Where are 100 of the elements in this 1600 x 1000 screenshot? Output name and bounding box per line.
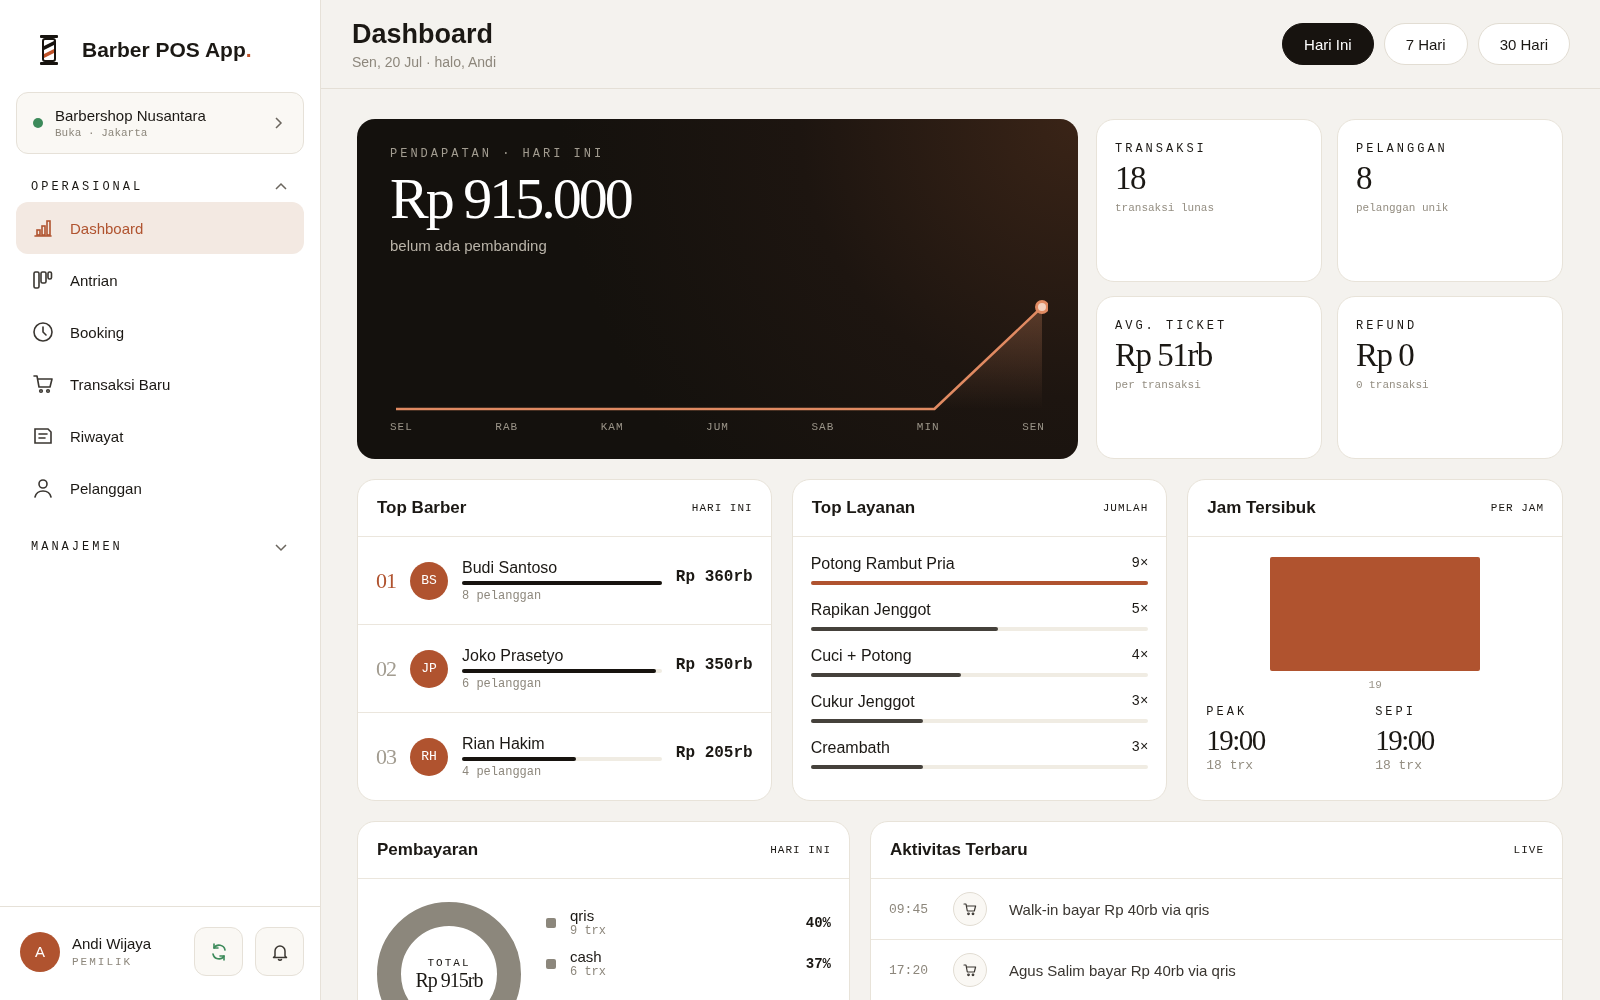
method-share: 37% (805, 955, 831, 972)
page-subtitle: Sen, 20 Jul · halo, Andi (352, 53, 496, 70)
stat-note: pelanggan unik (1356, 202, 1450, 215)
service-name: Creambath (810, 739, 890, 757)
shop-selector[interactable]: Barbershop Nusantara Buka · Jakarta (16, 92, 304, 154)
section-header[interactable]: OPERASIONAL (16, 154, 304, 202)
panel-title: Pembayaran (377, 840, 479, 860)
panel-tag: HARI INI (770, 844, 831, 856)
barber-amount: Rp 360rb (675, 567, 753, 586)
barber-amount: Rp 205rb (675, 743, 753, 762)
method-note: 6 trx (570, 965, 607, 979)
service-count: 3× (1131, 739, 1149, 757)
method-share: 40% (805, 914, 831, 931)
method-name: cash (570, 948, 603, 965)
nav-item[interactable]: Antrian (16, 254, 304, 306)
stat-note: per transaksi (1115, 379, 1202, 392)
donut-label: TOTAL (427, 956, 471, 969)
stat-value: 18 (1115, 160, 1147, 197)
range-tab[interactable]: 30 Hari (1477, 23, 1570, 65)
stat-value: Rp 51rb (1115, 337, 1213, 374)
hour-value: 19:00 (1375, 723, 1435, 758)
hour-label: SEPI (1375, 705, 1417, 719)
panel-tag: HARI INI (691, 502, 753, 514)
section-title: OPERASIONAL (31, 180, 144, 194)
hour-value: 19:00 (1206, 723, 1266, 758)
cart-icon (953, 892, 987, 926)
stat-label: TRANSAKSI (1115, 142, 1208, 156)
barber-name: Rian Hakim (462, 734, 546, 753)
section-title: MANAJEMEN (31, 540, 123, 554)
rank-number: 03 (376, 743, 396, 770)
stat-label: PELANGGAN (1356, 142, 1449, 156)
nav-item[interactable]: Pelanggan (16, 462, 304, 514)
barber-amount: Rp 350rb (675, 655, 753, 674)
hour-note: 18 trx (1206, 757, 1255, 773)
service-count: 4× (1131, 647, 1149, 665)
person-icon (32, 477, 54, 499)
nav-item[interactable]: Dashboard (16, 202, 304, 254)
stat-value: Rp 0 (1356, 337, 1415, 374)
page-title: Dashboard (352, 18, 495, 50)
method-note: 9 trx (570, 924, 607, 938)
stat-label: REFUND (1356, 319, 1419, 333)
nav-item[interactable]: Booking (16, 306, 304, 358)
barber-avatar: RH (410, 737, 448, 776)
revenue-note: belum ada pembanding (390, 236, 548, 254)
notification-button[interactable] (255, 927, 304, 976)
axis-label: KAM (600, 421, 624, 433)
service-name: Cuci + Potong (810, 647, 912, 665)
cart-icon (32, 373, 54, 395)
rank-number: 01 (376, 567, 396, 594)
barber-note: 8 pelanggan (462, 588, 543, 603)
section-header[interactable]: MANAJEMEN (16, 514, 304, 562)
activity-time: 17:20 (889, 962, 929, 978)
rank-number: 02 (376, 655, 396, 682)
barber-name: Budi Santoso (462, 558, 559, 577)
refresh-button[interactable] (194, 927, 243, 976)
service-count: 3× (1131, 693, 1149, 711)
user-role: PEMILIK (72, 956, 134, 968)
activity-text: Agus Salim bayar Rp 40rb via qris (1009, 961, 1236, 979)
barber-avatar: JP (410, 649, 448, 688)
donut-value: Rp 915rb (415, 968, 483, 992)
axis-label: MIN (916, 421, 940, 433)
axis-label: SEN (1022, 421, 1045, 433)
document-icon (32, 425, 54, 447)
stat-note: 0 transaksi (1356, 379, 1430, 392)
service-count: 9× (1131, 555, 1149, 573)
method-name: qris (570, 907, 595, 924)
barber-note: 6 pelanggan (462, 676, 543, 691)
hour-label: PEAK (1206, 705, 1249, 719)
stat-value: 8 (1356, 160, 1373, 197)
axis-label: SAB (811, 421, 835, 433)
panel-title: Top Layanan (811, 498, 916, 518)
user-name: Andi Wijaya (72, 935, 153, 952)
columns-icon (32, 269, 54, 291)
axis-label: SEL (390, 421, 413, 433)
shop-status: Buka · Jakarta (55, 127, 149, 139)
hour-note: 18 trx (1375, 757, 1423, 773)
barber-name: Joko Prasetyo (462, 646, 565, 665)
brand-dot: . (245, 38, 252, 61)
stat-note: transaksi lunas (1115, 202, 1216, 215)
barber-avatar: BS (410, 561, 448, 600)
stat-label: AVG. TICKET (1115, 319, 1229, 333)
activity-text: Walk-in bayar Rp 40rb via qris (1009, 900, 1210, 918)
card-label: PENDAPATAN · HARI INI (390, 147, 606, 161)
panel-title: Top Barber (377, 498, 467, 518)
range-tab[interactable]: Hari Ini (1282, 23, 1374, 65)
service-count: 5× (1131, 601, 1149, 619)
panel-tag: PER JAM (1490, 502, 1544, 514)
cart-icon (953, 953, 987, 987)
user-avatar: A (20, 931, 60, 972)
service-name: Potong Rambut Pria (810, 555, 955, 573)
activity-time: 09:45 (889, 901, 929, 917)
axis-label: RAB (495, 421, 519, 433)
nav-item[interactable]: Riwayat (16, 410, 304, 462)
range-tab[interactable]: 7 Hari (1383, 23, 1468, 65)
app-name: Barber POS App (82, 38, 246, 61)
axis-label: JUM (706, 421, 729, 433)
panel-title: Aktivitas Terbaru (890, 840, 1028, 860)
nav-item[interactable]: Transaksi Baru (16, 358, 304, 410)
clock-icon (32, 321, 54, 343)
panel-tag: LIVE (1513, 844, 1544, 856)
